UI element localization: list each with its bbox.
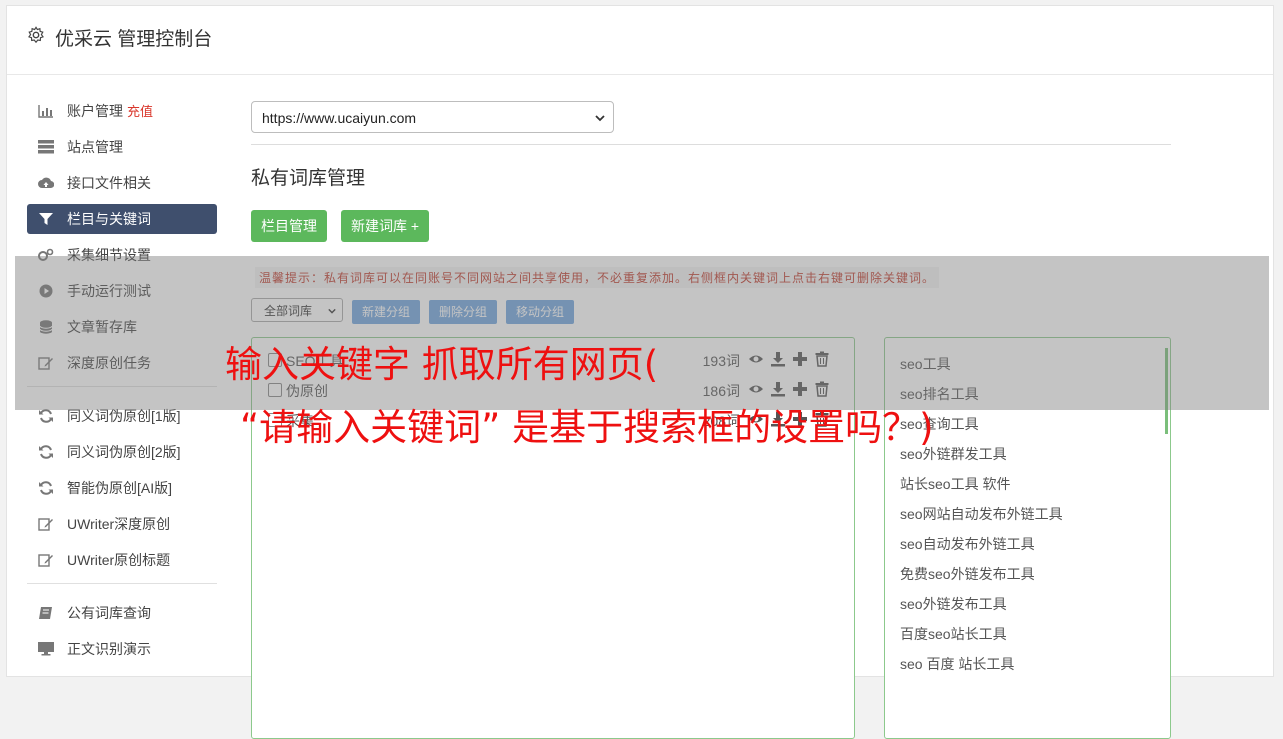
site-select-value: https://www.ucaiyun.com	[262, 110, 417, 126]
gear-icon	[28, 26, 44, 44]
chevron-down-icon	[595, 115, 605, 122]
sidebar-item-label: 接口文件相关	[67, 175, 151, 191]
sidebar-item-synonym-v2[interactable]: 同义词伪原创[2版]	[27, 437, 217, 467]
header: 优采云 管理控制台	[7, 6, 1273, 75]
keyword-item[interactable]: 免费seo外链发布工具	[900, 564, 1035, 584]
new-lexicon-button[interactable]: 新建词库 +	[341, 210, 430, 242]
keyword-item[interactable]: 百度seo站长工具	[900, 624, 1007, 644]
site-select[interactable]: https://www.ucaiyun.com	[251, 101, 614, 133]
sidebar-item-label: 同义词伪原创[2版]	[67, 444, 181, 460]
divider	[251, 144, 1171, 145]
keyword-item[interactable]: seo外链发布工具	[900, 594, 1007, 614]
sidebar-item-label: 站点管理	[67, 139, 123, 155]
sidebar-item-text-recognition[interactable]: 正文识别演示	[27, 634, 217, 664]
edit-icon	[38, 518, 53, 531]
keyword-item[interactable]: seo网站自动发布外链工具	[900, 504, 1063, 524]
sidebar-item-label: 账户管理	[67, 103, 123, 119]
sidebar-item-interface-files[interactable]: 接口文件相关	[27, 168, 217, 198]
edit-icon	[38, 554, 53, 567]
keyword-item[interactable]: 站长seo工具 软件	[900, 474, 1010, 494]
caption-line-2: “请输入关键词” 是基于搜索框的设置吗？)	[240, 406, 934, 449]
sidebar-item-columns-keywords[interactable]: 栏目与关键词	[27, 204, 217, 234]
sidebar-item-public-lexicon[interactable]: 公有词库查询	[27, 598, 217, 628]
sidebar-item-uwriter-deep[interactable]: UWriter深度原创	[27, 509, 217, 539]
refresh-icon	[39, 409, 53, 423]
sidebar-item-label: 同义词伪原创[1版]	[67, 408, 181, 424]
refresh-icon	[39, 481, 53, 495]
sidebar-item-account[interactable]: 账户管理 充值	[27, 96, 217, 126]
monitor-icon	[38, 642, 54, 656]
sidebar-item-sites[interactable]: 站点管理	[27, 132, 217, 162]
recharge-link[interactable]: 充值	[127, 104, 153, 119]
sidebar-item-label: 公有词库查询	[67, 605, 151, 621]
sidebar-divider	[27, 583, 217, 584]
book-icon	[39, 607, 52, 619]
cloud-upload-icon	[38, 177, 54, 189]
keyword-item[interactable]: seo 百度 站长工具	[900, 654, 1014, 674]
refresh-icon	[39, 445, 53, 459]
keyword-item[interactable]: seo自动发布外链工具	[900, 534, 1035, 554]
sidebar-item-label: 智能伪原创[AI版]	[67, 480, 173, 496]
bar-chart-icon	[38, 105, 53, 118]
sidebar-item-label: 正文识别演示	[67, 641, 151, 657]
columns-manage-button[interactable]: 栏目管理	[251, 210, 327, 242]
section-title: 私有词库管理	[251, 168, 366, 189]
server-icon	[38, 140, 54, 154]
sidebar-item-ai-rewrite[interactable]: 智能伪原创[AI版]	[27, 473, 217, 503]
sidebar-item-label: UWriter原创标题	[67, 552, 171, 568]
sidebar-item-label: 栏目与关键词	[67, 211, 151, 227]
filter-icon	[39, 213, 53, 225]
caption-line-1: 输入关键字 抓取所有网页(	[225, 343, 659, 386]
sidebar-item-label: UWriter深度原创	[67, 516, 171, 532]
app-title: 优采云 管理控制台	[55, 29, 213, 50]
sidebar-item-uwriter-title[interactable]: UWriter原创标题	[27, 545, 217, 575]
